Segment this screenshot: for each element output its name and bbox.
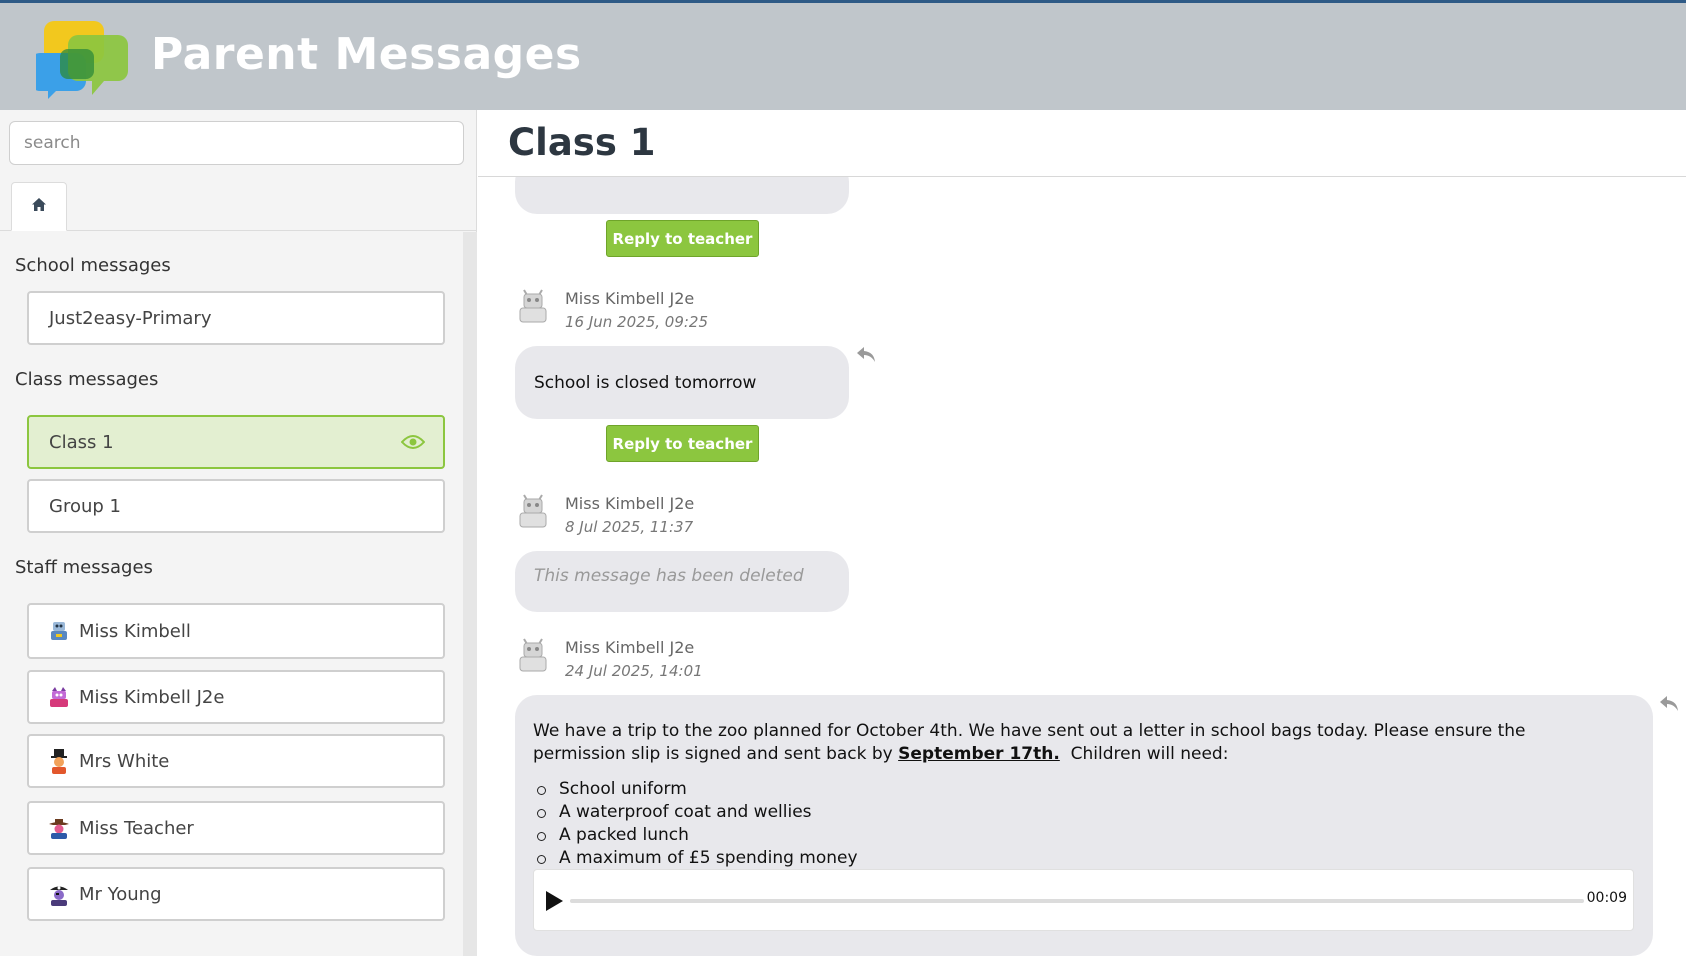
list-item: A maximum of £5 spending money	[537, 847, 858, 870]
sidebar-item-group-1[interactable]: Group 1	[27, 479, 445, 533]
message-deadline: September 17th.	[898, 744, 1060, 764]
sender-avatar-icon	[516, 491, 550, 529]
sidebar-scrollbar[interactable]	[463, 232, 477, 956]
section-label-class: Class messages	[15, 369, 159, 390]
conversation-header: Class 1	[478, 110, 1686, 177]
section-label-staff: Staff messages	[15, 557, 153, 578]
reply-to-teacher-button[interactable]: Reply to teacher	[606, 425, 759, 462]
top-hat-avatar-icon	[47, 748, 71, 774]
page-title: Class 1	[508, 121, 656, 164]
message-timestamp: 16 Jun 2025, 09:25	[565, 313, 708, 331]
tab-home[interactable]	[11, 182, 67, 231]
list-item: School uniform	[537, 778, 858, 801]
home-icon	[31, 197, 47, 216]
sender-avatar-icon	[516, 635, 550, 673]
reply-icon[interactable]	[855, 343, 877, 365]
reply-icon[interactable]	[1658, 692, 1680, 714]
robot-avatar-icon	[47, 619, 71, 643]
message-timestamp: 24 Jul 2025, 14:01	[565, 662, 703, 680]
play-icon[interactable]	[544, 890, 564, 916]
sidebar-item-label: Just2easy-Primary	[49, 307, 212, 329]
sidebar-item-miss-kimbell-j2e[interactable]: Miss Kimbell J2e	[27, 670, 445, 724]
sender-avatar-icon	[516, 286, 550, 324]
sidebar-item-miss-teacher[interactable]: Miss Teacher	[27, 801, 445, 855]
sidebar-item-mr-young[interactable]: Mr Young	[27, 867, 445, 921]
audio-progress-bar[interactable]	[570, 899, 1584, 903]
app-logo	[30, 15, 136, 105]
tab-divider	[0, 230, 477, 231]
list-item: A packed lunch	[537, 824, 858, 847]
cowboy-avatar-icon	[47, 816, 71, 840]
audio-player: 00:09	[533, 869, 1634, 931]
reply-to-teacher-button[interactable]: Reply to teacher	[606, 220, 759, 257]
sidebar-item-label: Group 1	[49, 495, 121, 517]
sidebar-item-label: Miss Kimbell J2e	[79, 686, 225, 708]
sidebar-item-miss-kimbell[interactable]: Miss Kimbell	[27, 603, 445, 659]
eye-icon	[401, 434, 425, 450]
sidebar-item-label: Miss Teacher	[79, 817, 194, 839]
app-header: Parent Messages	[0, 0, 1686, 110]
monster-avatar-icon	[47, 685, 71, 709]
sidebar-item-class-1[interactable]: Class 1	[27, 415, 445, 469]
sidebar-item-mrs-white[interactable]: Mrs White	[27, 734, 445, 788]
sidebar-item-label: Miss Kimbell	[79, 620, 191, 642]
requirements-list: School uniform A waterproof coat and wel…	[537, 778, 858, 870]
deleted-message-text: This message has been deleted	[534, 566, 804, 586]
search-input[interactable]	[9, 121, 464, 165]
message-bubble-deleted: This message has been deleted	[515, 551, 849, 612]
sender-name: Miss Kimbell J2e	[565, 289, 695, 308]
sidebar-item-just2easy-primary[interactable]: Just2easy-Primary	[27, 291, 445, 345]
app-title: Parent Messages	[151, 29, 582, 80]
sender-name: Miss Kimbell J2e	[565, 638, 695, 657]
sender-name: Miss Kimbell J2e	[565, 494, 695, 513]
message-bubble: School is closed tomorrow	[515, 346, 849, 419]
section-label-school: School messages	[15, 255, 171, 276]
pirate-avatar-icon	[47, 882, 71, 906]
sidebar-item-label: Class 1	[49, 431, 114, 453]
sidebar-item-label: Mr Young	[79, 883, 162, 905]
sidebar-item-label: Mrs White	[79, 750, 170, 772]
message-timestamp: 8 Jul 2025, 11:37	[565, 518, 694, 536]
list-item: A waterproof coat and wellies	[537, 801, 858, 824]
audio-duration: 00:09	[1586, 890, 1627, 906]
message-text: School is closed tomorrow	[534, 373, 757, 393]
message-text: We have a trip to the zoo planned for Oc…	[533, 720, 1623, 766]
message-text-part: Children will need:	[1059, 744, 1229, 764]
